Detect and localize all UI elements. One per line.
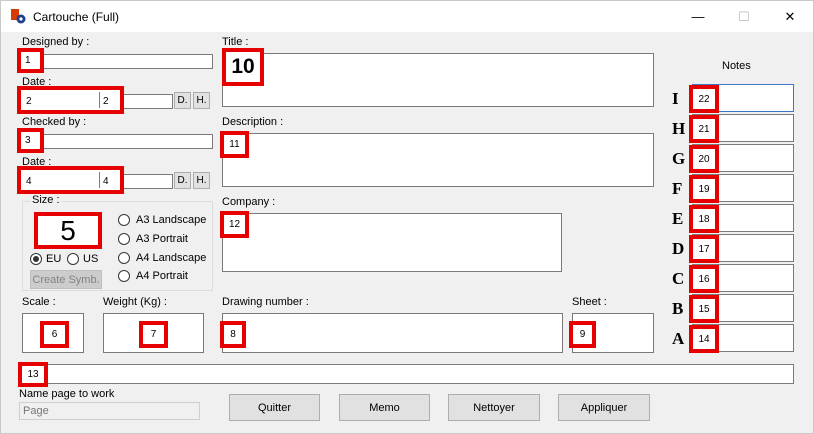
window-title: Cartouche (Full) <box>33 10 120 24</box>
notes-marker: 22 <box>689 85 719 113</box>
title-label: Title : <box>222 36 249 48</box>
date2-h-button[interactable]: H. <box>193 172 210 189</box>
marker-9: 9 <box>569 321 596 348</box>
marker-11: 11 <box>220 131 249 158</box>
notes-row-letter: B <box>672 299 684 318</box>
marker-4a: 4 <box>26 176 32 187</box>
marker-2b: 2 <box>103 96 109 107</box>
a3-landscape-label: A3 Landscape <box>136 214 207 226</box>
quitter-button[interactable]: Quitter <box>229 394 320 421</box>
notes-row-letter: E <box>672 209 684 228</box>
a4-portrait-label: A4 Portrait <box>136 270 188 282</box>
drawing-number-label: Drawing number : <box>222 296 309 308</box>
us-label: US <box>83 253 99 265</box>
marker-2a: 2 <box>26 96 32 107</box>
notes-row-letter: C <box>672 269 685 288</box>
nettoyer-button[interactable]: Nettoyer <box>448 394 540 421</box>
notes-row-letter: I <box>672 89 679 108</box>
marker-4-box: 4 4 <box>17 166 124 194</box>
designed-by-label: Designed by : <box>22 36 90 48</box>
eu-radio[interactable] <box>30 253 42 265</box>
company-label: Company : <box>222 196 276 208</box>
date2-d-button[interactable]: D. <box>174 172 191 189</box>
a3-landscape-radio[interactable] <box>118 214 130 226</box>
marker-1: 1 <box>17 48 44 73</box>
page-input[interactable] <box>19 402 200 420</box>
marker-12: 12 <box>220 211 249 238</box>
notes-row-letter: F <box>672 179 683 198</box>
notes-marker: 20 <box>689 145 719 173</box>
marker-3: 3 <box>17 128 44 153</box>
marker-10: 10 <box>222 48 264 86</box>
a4-landscape-label: A4 Landscape <box>136 252 207 264</box>
us-radio[interactable] <box>67 253 79 265</box>
notes-marker: 14 <box>689 325 719 353</box>
name-page-label: Name page to work <box>19 388 115 400</box>
a4-portrait-radio[interactable] <box>118 270 130 282</box>
notes-row-letter: G <box>672 149 686 168</box>
notes-marker: 21 <box>689 115 719 143</box>
date2-separator <box>99 172 100 188</box>
title-bar: Cartouche (Full) — ☐ ✕ <box>1 1 813 32</box>
weight-label: Weight (Kg) : <box>103 296 167 308</box>
notes-label: Notes <box>722 60 751 72</box>
marker-8: 8 <box>220 321 246 348</box>
notes-row-letter: H <box>672 119 686 138</box>
date1-d-button[interactable]: D. <box>174 92 191 109</box>
scale-label: Scale : <box>22 296 56 308</box>
marker-5: 5 <box>34 212 102 249</box>
app-gear-icon <box>11 9 26 24</box>
marker-6: 6 <box>40 321 69 348</box>
notes-marker: 19 <box>689 175 719 203</box>
drawing-number-input[interactable] <box>222 313 563 353</box>
date1-h-button[interactable]: H. <box>193 92 210 109</box>
close-button[interactable]: ✕ <box>767 1 813 32</box>
company-input[interactable] <box>222 213 562 272</box>
notes-row-letter: D <box>672 239 685 258</box>
size-label: Size : <box>30 194 62 206</box>
create-symb-button[interactable]: Create Symb. <box>30 270 102 289</box>
notes-marker: 18 <box>689 205 719 233</box>
a3-portrait-radio[interactable] <box>118 233 130 245</box>
cartouche-window: Cartouche (Full) — ☐ ✕ Designed by : 1 D… <box>0 0 814 434</box>
marker-2-box: 2 2 <box>17 86 124 114</box>
maximize-button[interactable]: ☐ <box>721 1 767 32</box>
checked-by-label: Checked by : <box>22 116 87 128</box>
marker-13: 13 <box>18 362 48 387</box>
long-input-13[interactable] <box>18 364 794 384</box>
notes-row-letter: A <box>672 329 685 348</box>
notes-marker: 15 <box>689 295 719 323</box>
title-input[interactable] <box>222 53 654 107</box>
notes-marker: 16 <box>689 265 719 293</box>
marker-4b: 4 <box>103 176 109 187</box>
designed-by-input[interactable] <box>22 54 213 69</box>
eu-label: EU <box>46 253 62 265</box>
appliquer-button[interactable]: Appliquer <box>558 394 650 421</box>
memo-button[interactable]: Memo <box>339 394 430 421</box>
notes-marker: 17 <box>689 235 719 263</box>
date1-separator <box>99 92 100 108</box>
description-label: Description : <box>222 116 284 128</box>
checked-by-input[interactable] <box>22 134 213 149</box>
marker-7: 7 <box>139 321 168 348</box>
a3-portrait-label: A3 Portrait <box>136 233 188 245</box>
a4-landscape-radio[interactable] <box>118 252 130 264</box>
sheet-label: Sheet : <box>572 296 607 308</box>
description-input[interactable] <box>222 133 654 187</box>
minimize-button[interactable]: — <box>675 1 721 32</box>
